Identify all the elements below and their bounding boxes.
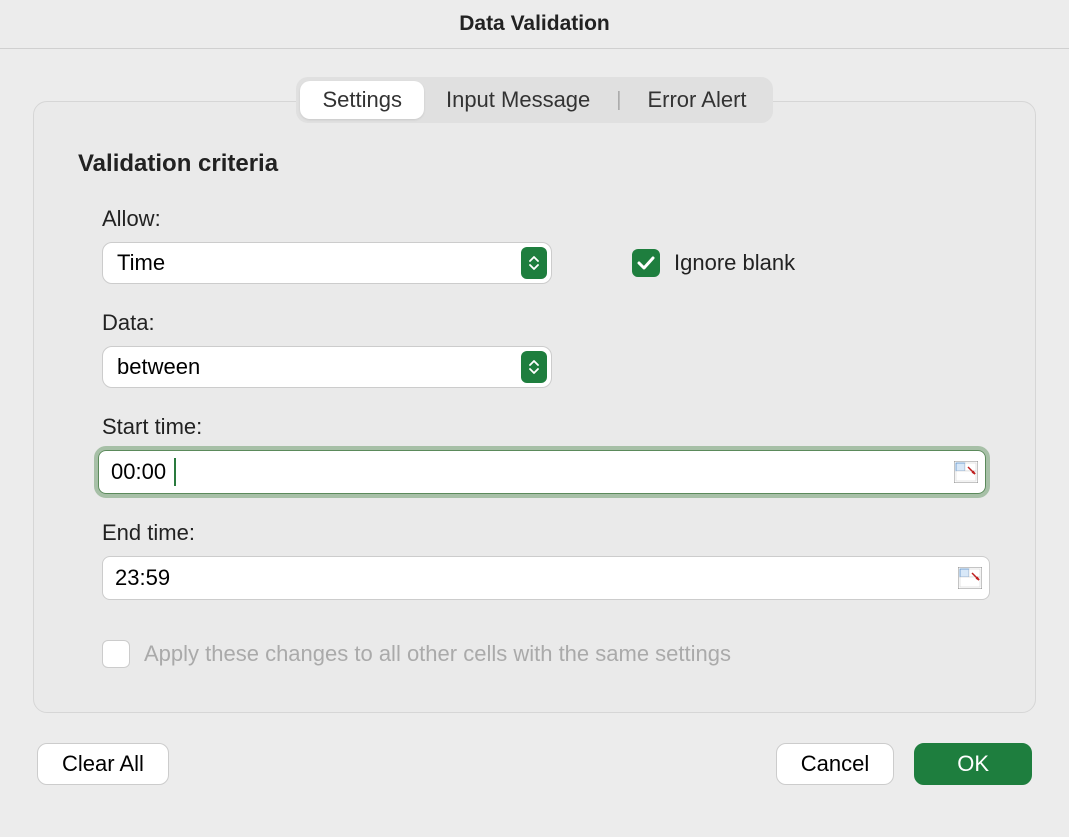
tab-separator: |: [612, 89, 625, 112]
tab-background: Settings Input Message | Error Alert: [296, 77, 772, 123]
ok-button[interactable]: OK: [914, 743, 1032, 785]
data-label: Data:: [102, 310, 991, 336]
tab-strip: Settings Input Message | Error Alert: [33, 77, 1036, 123]
dialog-title: Data Validation: [0, 0, 1069, 49]
form-region: Allow: Time Ignore blank Data:: [78, 206, 991, 668]
apply-all-label: Apply these changes to all other cells w…: [144, 641, 731, 667]
checkbox-icon: [102, 640, 130, 668]
section-title: Validation criteria: [78, 150, 991, 178]
ignore-blank-checkbox[interactable]: Ignore blank: [632, 249, 795, 277]
apply-all-checkbox[interactable]: Apply these changes to all other cells w…: [102, 640, 991, 668]
checkbox-icon: [632, 249, 660, 277]
allow-select-value: Time: [117, 243, 165, 283]
allow-select[interactable]: Time: [102, 242, 552, 284]
clear-all-button[interactable]: Clear All: [37, 743, 169, 785]
text-caret: [174, 458, 176, 486]
start-time-label: Start time:: [102, 414, 991, 440]
tab-error-alert[interactable]: Error Alert: [625, 81, 768, 119]
tab-input-message[interactable]: Input Message: [424, 81, 612, 119]
allow-label: Allow:: [102, 206, 991, 232]
cell-reference-icon[interactable]: [954, 461, 978, 483]
cancel-button[interactable]: Cancel: [776, 743, 894, 785]
settings-panel: Validation criteria Allow: Time Ignore b…: [33, 101, 1036, 713]
chevron-up-down-icon: [521, 247, 547, 279]
data-select-value: between: [117, 347, 200, 387]
dialog-footer: Clear All Cancel OK: [33, 743, 1036, 785]
cell-reference-icon[interactable]: [958, 567, 982, 589]
chevron-up-down-icon: [521, 351, 547, 383]
end-time-label: End time:: [102, 520, 991, 546]
ignore-blank-label: Ignore blank: [674, 250, 795, 276]
tab-settings[interactable]: Settings: [300, 81, 424, 119]
end-time-input[interactable]: 23:59: [102, 556, 990, 600]
start-time-input[interactable]: 00:00: [98, 450, 986, 494]
data-select[interactable]: between: [102, 346, 552, 388]
